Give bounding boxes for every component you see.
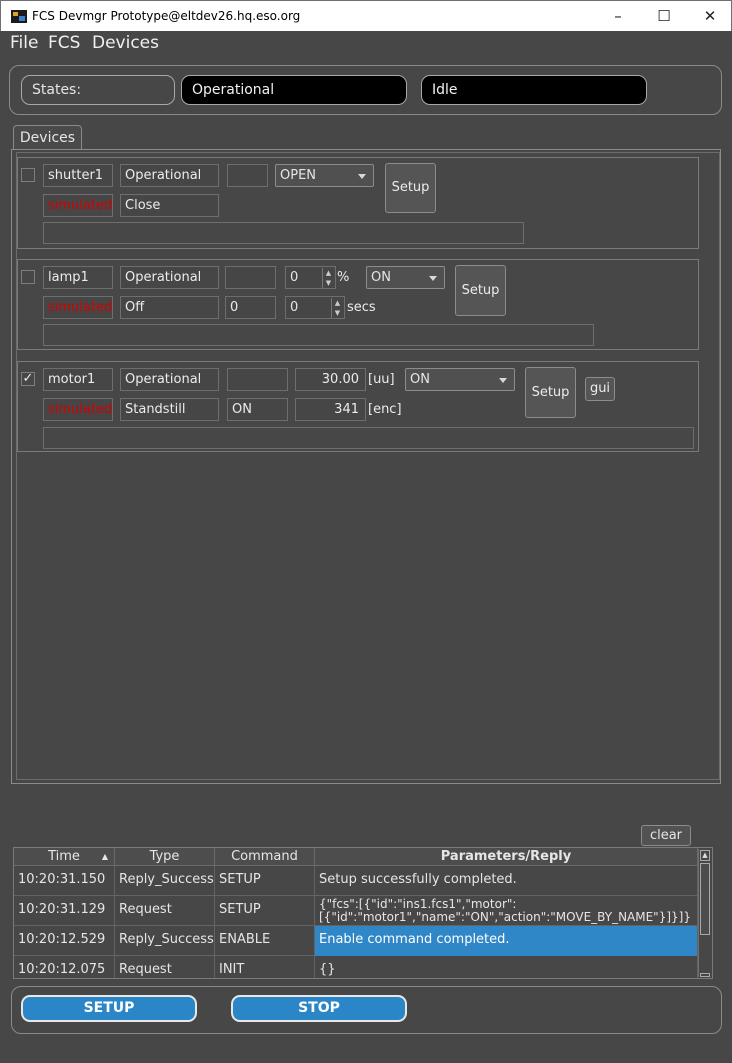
cell-type: Reply_Success: [115, 926, 215, 956]
encoder-unit: [enc]: [368, 402, 402, 417]
dropdown-value: ON: [410, 372, 430, 387]
encoder-field: 341: [295, 398, 366, 421]
gui-button[interactable]: gui: [585, 377, 615, 401]
cell-type: Request: [115, 956, 215, 978]
spin-down-icon[interactable]: ▼: [331, 308, 343, 318]
device-name: lamp1: [43, 266, 113, 289]
simulated-badge: simulated: [43, 296, 113, 319]
state-field: Operational: [181, 75, 407, 105]
device-substate: Close: [120, 194, 219, 217]
device-name: shutter1: [43, 164, 113, 187]
cell-type: Reply_Success: [115, 866, 215, 896]
motor-command-dropdown[interactable]: ON: [405, 368, 515, 391]
setup-button[interactable]: Setup: [525, 367, 576, 418]
dropdown-value: ON: [371, 270, 391, 285]
device-select-checkbox[interactable]: [21, 270, 35, 284]
table-row[interactable]: 10:20:12.075 Request INIT {}: [14, 956, 698, 978]
log-table: Time ▲ Type Command Parameters/Reply 10:…: [13, 847, 713, 979]
intensity-spinner[interactable]: 0 ▲ ▼: [285, 266, 336, 289]
close-icon[interactable]: ✕: [687, 1, 732, 31]
dropdown-value: OPEN: [280, 168, 317, 183]
device-state: Operational: [120, 164, 219, 187]
app-icon: [11, 10, 27, 23]
enabled-field: ON: [227, 398, 288, 421]
spin-up-icon[interactable]: ▲: [322, 268, 334, 278]
device-state: Operational: [120, 266, 219, 289]
intensity-unit: %: [337, 270, 350, 285]
cell-command: SETUP: [215, 896, 315, 926]
time-field[interactable]: 0: [225, 296, 276, 319]
stop-button[interactable]: STOP: [231, 995, 407, 1022]
cell-command: INIT: [215, 956, 315, 978]
tab-devices[interactable]: Devices: [13, 125, 82, 150]
scroll-thumb[interactable]: [700, 863, 710, 935]
device-select-checkbox[interactable]: [21, 168, 35, 182]
sort-ascending-icon: ▲: [101, 852, 108, 861]
device-status-bar: [43, 427, 694, 449]
device-select-checkbox[interactable]: ✓: [21, 372, 35, 386]
scroll-up-icon[interactable]: ▲: [700, 850, 710, 861]
clear-log-button[interactable]: clear: [641, 825, 691, 846]
simulated-badge: simulated: [43, 398, 113, 421]
maximize-icon[interactable]: ☐: [641, 1, 687, 31]
column-header-command[interactable]: Command: [215, 848, 315, 866]
cell-time: 10:20:31.129: [14, 896, 115, 926]
setup-command-button[interactable]: SETUP: [21, 995, 197, 1022]
cell-time: 10:20:31.150: [14, 866, 115, 896]
cell-command: ENABLE: [215, 926, 315, 956]
table-row[interactable]: 10:20:31.150 Reply_Success SETUP Setup s…: [14, 866, 698, 896]
spinner-value: 0: [290, 270, 299, 285]
chevron-down-icon: [429, 276, 437, 281]
setup-button[interactable]: Setup: [455, 265, 506, 316]
device-empty-field: [227, 164, 268, 187]
substate-field: Idle: [421, 75, 647, 105]
device-empty-field: [227, 368, 288, 391]
table-row[interactable]: 10:20:31.129 Request SETUP {"fcs":[{"id"…: [14, 896, 698, 926]
cell-params: Enable command completed.: [315, 926, 698, 956]
device-substate: Off: [120, 296, 219, 319]
table-row-selected[interactable]: 10:20:12.529 Reply_Success ENABLE Enable…: [14, 926, 698, 956]
device-status-bar: [43, 222, 524, 244]
simulated-badge: simulated: [43, 194, 113, 217]
cell-time: 10:20:12.529: [14, 926, 115, 956]
window-titlebar: FCS Devmgr Prototype@eltdev26.hq.eso.org…: [0, 0, 732, 31]
cell-time: 10:20:12.075: [14, 956, 115, 978]
column-header-params[interactable]: Parameters/Reply: [315, 848, 698, 866]
window-title: FCS Devmgr Prototype@eltdev26.hq.eso.org: [32, 9, 301, 23]
column-header-type[interactable]: Type: [115, 848, 215, 866]
menu-bar: File FCS Devices: [0, 31, 732, 55]
lamp-command-dropdown[interactable]: ON: [366, 266, 445, 289]
chevron-down-icon: [358, 174, 366, 179]
cell-params: Setup successfully completed.: [315, 866, 698, 896]
device-status-bar: [43, 324, 594, 346]
position-field: 30.00: [295, 368, 366, 391]
spin-down-icon[interactable]: ▼: [322, 278, 334, 288]
shutter-command-dropdown[interactable]: OPEN: [275, 164, 374, 187]
chevron-down-icon: [499, 378, 507, 383]
menu-devices[interactable]: Devices: [92, 33, 159, 53]
spin-up-icon[interactable]: ▲: [331, 298, 343, 308]
menu-file[interactable]: File: [10, 33, 38, 53]
column-header-time[interactable]: Time ▲: [14, 848, 115, 866]
setup-button[interactable]: Setup: [385, 163, 436, 213]
time-spinner[interactable]: 0 ▲ ▼: [285, 296, 345, 319]
scroll-down-icon[interactable]: [700, 973, 710, 977]
spinner-value: 0: [290, 300, 299, 315]
device-empty-field: [225, 266, 276, 289]
cell-params: {"fcs":[{"id":"ins1.fcs1","motor": [{"id…: [315, 896, 698, 926]
states-label: States:: [21, 75, 175, 105]
device-state: Operational: [120, 368, 219, 391]
device-substate: Standstill: [120, 398, 219, 421]
log-scrollbar[interactable]: ▲: [698, 849, 711, 977]
time-unit: secs: [347, 300, 376, 315]
cell-command: SETUP: [215, 866, 315, 896]
cell-type: Request: [115, 896, 215, 926]
device-name: motor1: [43, 368, 113, 391]
cell-params: {}: [315, 956, 698, 978]
minimize-icon[interactable]: –: [595, 1, 641, 31]
position-unit: [uu]: [368, 372, 395, 387]
menu-fcs[interactable]: FCS: [48, 33, 80, 53]
